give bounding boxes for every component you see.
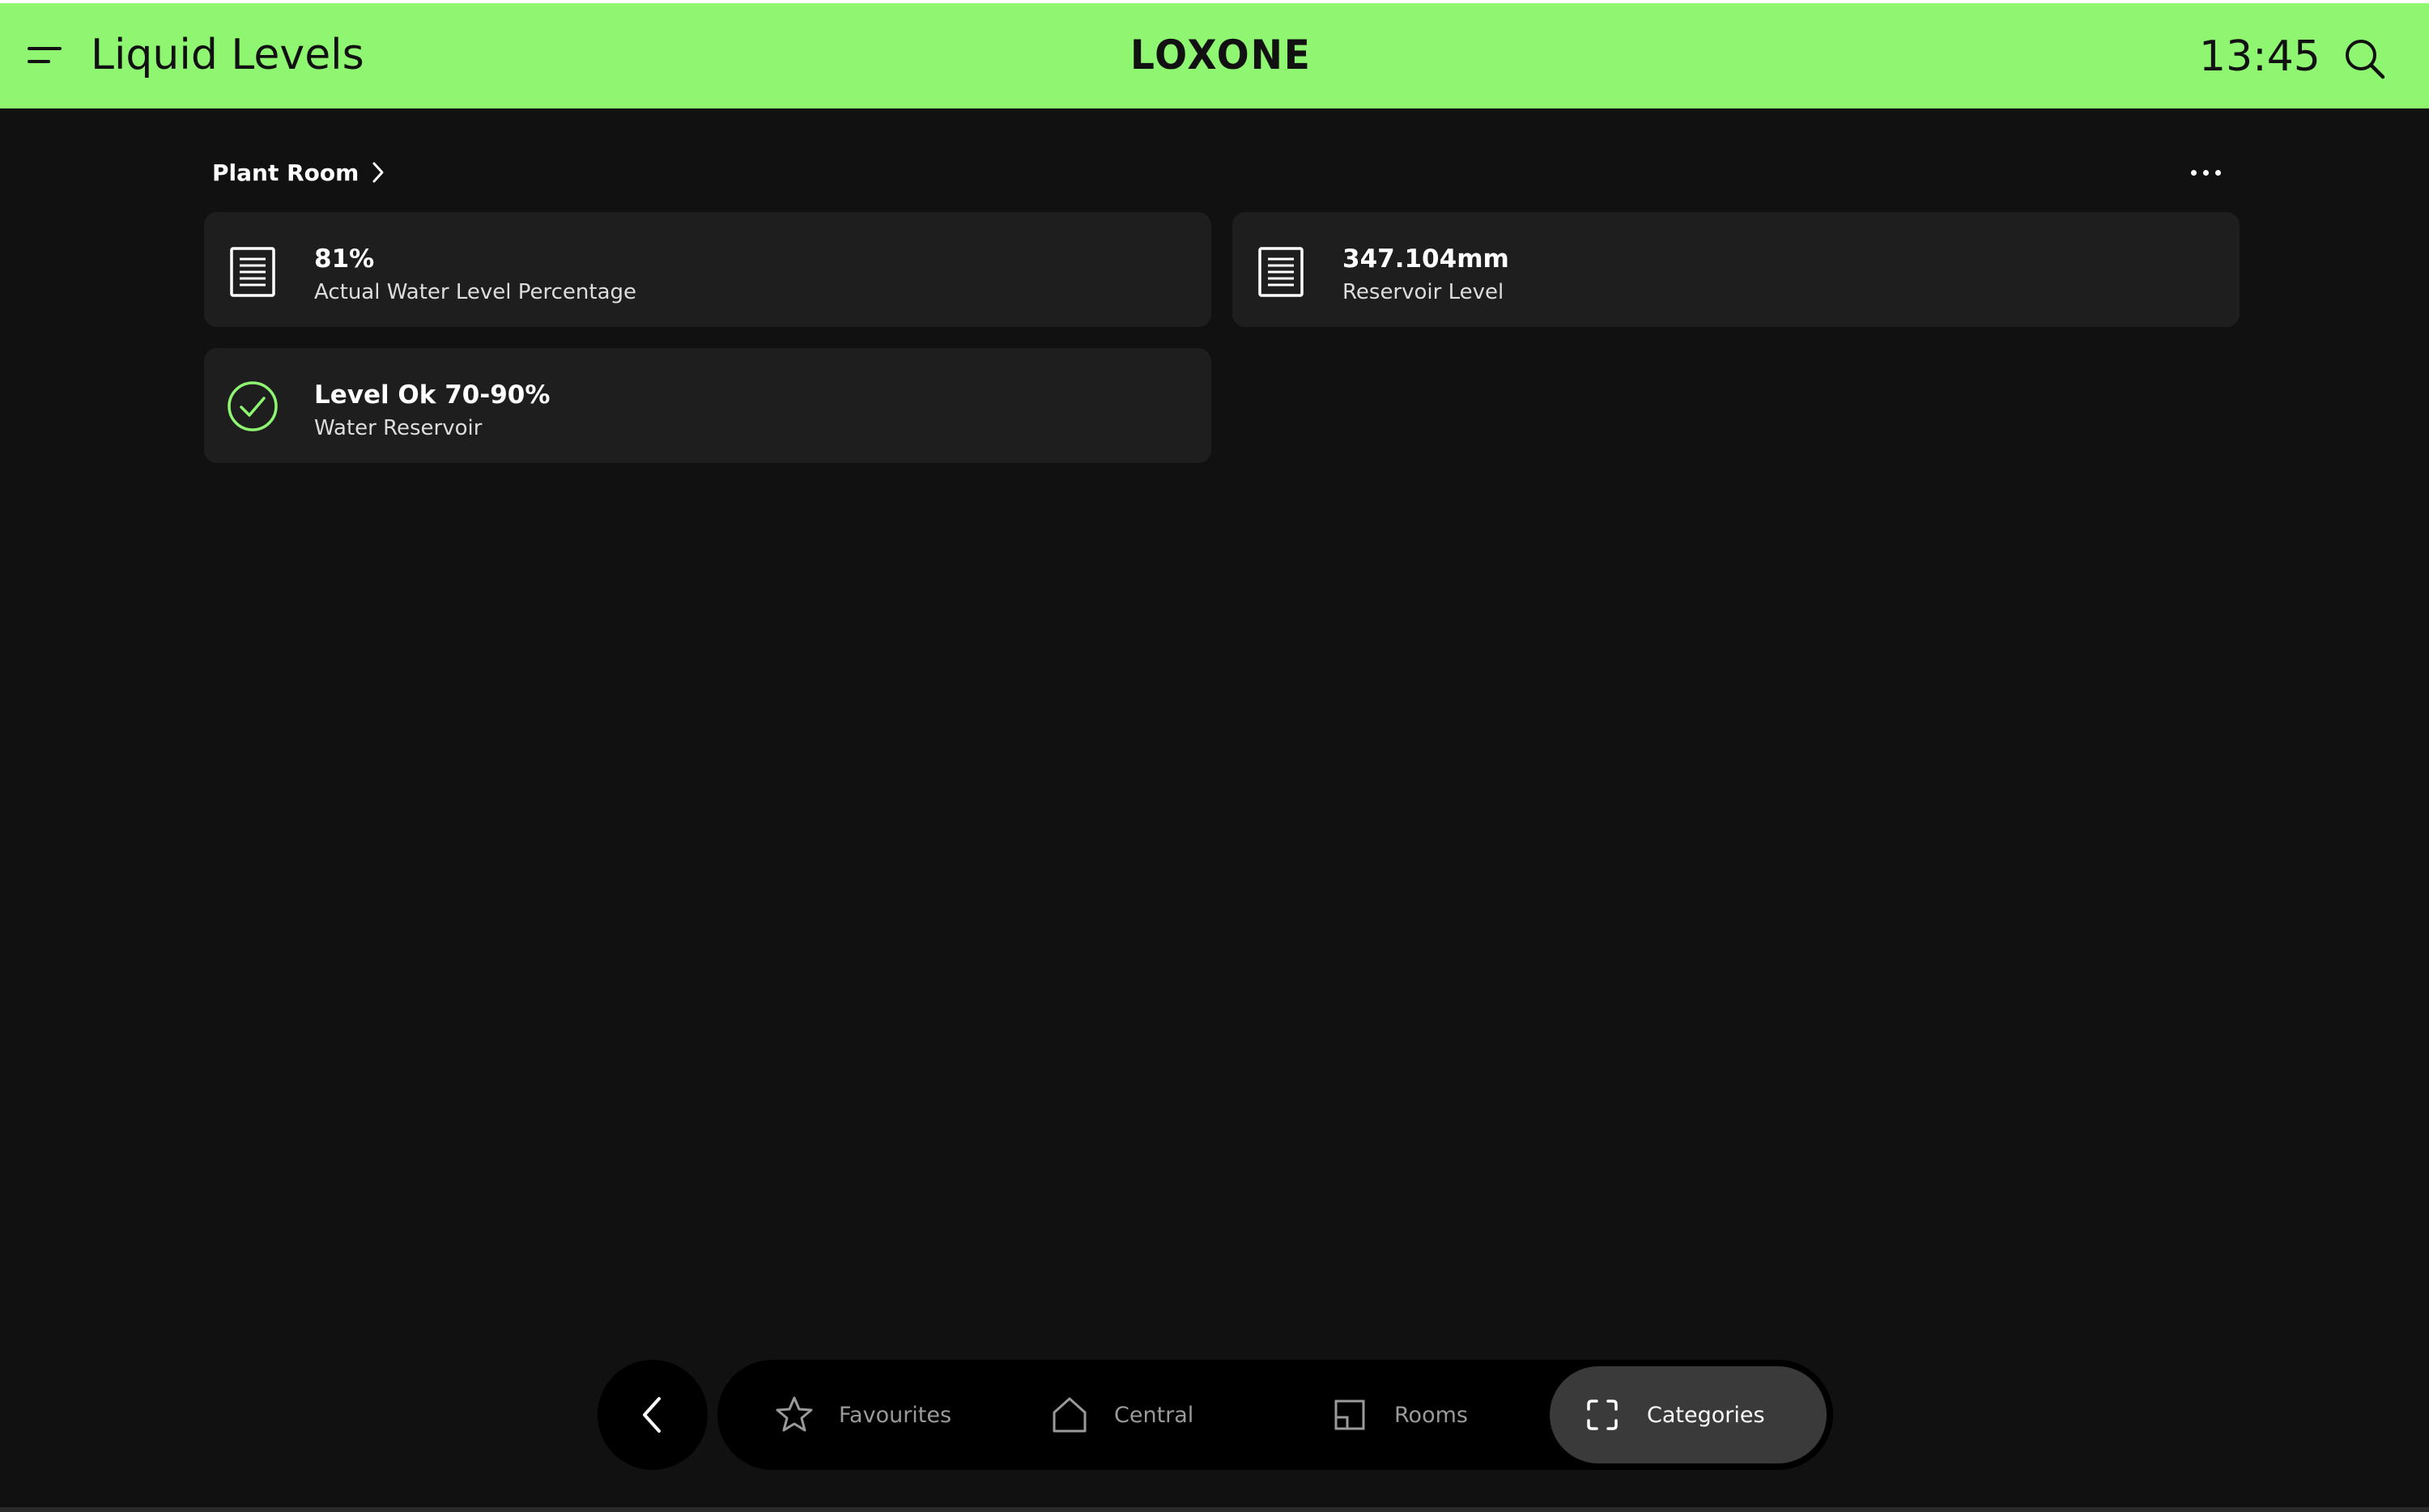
check-circle-icon: [228, 381, 278, 431]
floorplan-icon: [1334, 1399, 1365, 1430]
card-value: 81%: [314, 244, 375, 274]
loxone-logo: LOXONE: [1130, 32, 1312, 79]
breadcrumb[interactable]: Plant Room: [212, 159, 386, 186]
card-label: Reservoir Level: [1342, 280, 1504, 304]
tab-label: Categories: [1647, 1402, 1765, 1428]
card-label: Water Reservoir: [314, 416, 483, 440]
document-lines-icon: [1258, 247, 1304, 297]
back-button[interactable]: [598, 1360, 708, 1470]
clock: 13:45: [2199, 32, 2321, 81]
categories-icon: [1587, 1399, 1618, 1430]
control-card-water-reservoir[interactable]: Level Ok 70-90% Water Reservoir: [204, 348, 1211, 463]
control-card-water-level-percentage[interactable]: 81% Actual Water Level Percentage: [204, 212, 1211, 327]
page-title: Liquid Levels: [91, 31, 364, 79]
tab-label: Favourites: [839, 1402, 952, 1428]
app-header: Liquid Levels LOXONE 13:45: [0, 0, 2429, 108]
tab-label: Central: [1114, 1402, 1194, 1428]
bottom-tab-bar: Favourites Central Rooms Categories: [717, 1360, 1833, 1470]
card-label: Actual Water Level Percentage: [314, 280, 636, 304]
search-icon[interactable]: [2343, 37, 2387, 81]
chevron-left-icon: [643, 1397, 661, 1433]
chevron-right-icon: [372, 162, 384, 183]
hamburger-menu-icon[interactable]: [24, 39, 65, 71]
home-icon: [1053, 1397, 1087, 1433]
tab-rooms[interactable]: Rooms: [1329, 1366, 1524, 1463]
bottom-divider: [0, 1507, 2429, 1512]
breadcrumb-label: Plant Room: [212, 159, 359, 186]
document-lines-icon: [230, 247, 275, 297]
tab-central[interactable]: Central: [1049, 1366, 1244, 1463]
star-icon: [776, 1396, 813, 1432]
more-options-icon[interactable]: [2186, 159, 2227, 186]
control-card-reservoir-level[interactable]: 347.104mm Reservoir Level: [1232, 212, 2240, 327]
tab-categories[interactable]: Categories: [1550, 1366, 1827, 1463]
card-value: 347.104mm: [1342, 244, 1509, 274]
tab-favourites[interactable]: Favourites: [774, 1366, 976, 1463]
tab-label: Rooms: [1394, 1402, 1468, 1428]
card-value: Level Ok 70-90%: [314, 380, 551, 410]
